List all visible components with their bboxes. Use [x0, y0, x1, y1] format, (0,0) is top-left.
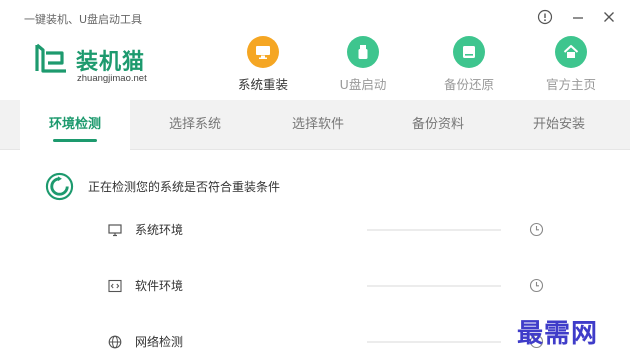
usb-icon [347, 36, 379, 68]
tab-label: 选择系统 [168, 117, 221, 132]
nav-backup-restore[interactable]: 备份还原 [424, 36, 514, 96]
tab-start-install[interactable]: 开始安装 [504, 100, 614, 150]
status-text: 正在检测您的系统是否符合重装条件 [88, 179, 281, 194]
tab-select-software[interactable]: 选择软件 [263, 100, 373, 150]
nav-official-home[interactable]: 官方主页 [526, 36, 616, 96]
globe-icon [108, 334, 122, 349]
tab-label: 备份资料 [411, 117, 464, 132]
code-icon [108, 278, 122, 293]
logo-domain: zhuangjimao.net [77, 73, 147, 84]
active-tab-indicator [53, 139, 97, 142]
monitor-icon [108, 222, 122, 237]
tab-select-system[interactable]: 选择系统 [140, 100, 250, 150]
nav-label: 系统重装 [237, 77, 288, 92]
progress-bar [367, 229, 501, 231]
title-bar: 一键装机、U盘启动工具 [0, 0, 630, 34]
tab-label: 环境检测 [48, 117, 101, 132]
nav-usb-boot[interactable]: U盘启动 [318, 36, 408, 96]
tab-label: 开始安装 [532, 117, 585, 132]
logo-name: 装机猫 [76, 50, 146, 75]
info-icon[interactable] [537, 9, 553, 25]
check-item: 软件环境 [108, 275, 558, 295]
app-title: 一键装机、U盘启动工具 [24, 13, 143, 26]
backup-drive-icon [453, 36, 485, 68]
watermark: 最需网 [517, 319, 599, 349]
clock-icon [529, 278, 544, 293]
check-label: 系统环境 [135, 223, 184, 237]
step-tabs: 环境检测 选择系统 选择软件 备份资料 开始安装 [0, 100, 630, 151]
minimize-icon[interactable] [570, 9, 586, 25]
check-label: 软件环境 [135, 279, 184, 293]
home-icon [555, 36, 587, 68]
refresh-icon [45, 172, 74, 200]
tab-environment-check[interactable]: 环境检测 [20, 100, 130, 151]
logo: 装机猫 zhuangjimao.net [34, 40, 174, 90]
nav-label: U盘启动 [339, 77, 387, 92]
progress-bar [367, 285, 501, 287]
clock-icon [529, 222, 544, 237]
nav-label: 备份还原 [443, 77, 494, 92]
cat-logo-icon [35, 43, 66, 73]
detection-status: 正在检测您的系统是否符合重装条件 [45, 171, 280, 201]
nav-reinstall-system[interactable]: 系统重装 [218, 36, 308, 96]
check-item: 系统环境 [108, 219, 558, 239]
check-item: 网络检测 [108, 331, 558, 351]
check-label: 网络检测 [135, 335, 184, 349]
close-icon[interactable] [601, 9, 617, 25]
monitor-icon [247, 36, 279, 68]
tab-label: 选择软件 [291, 117, 344, 132]
nav-label: 官方主页 [545, 77, 596, 92]
progress-bar [367, 341, 501, 343]
tab-backup-data[interactable]: 备份资料 [383, 100, 493, 150]
